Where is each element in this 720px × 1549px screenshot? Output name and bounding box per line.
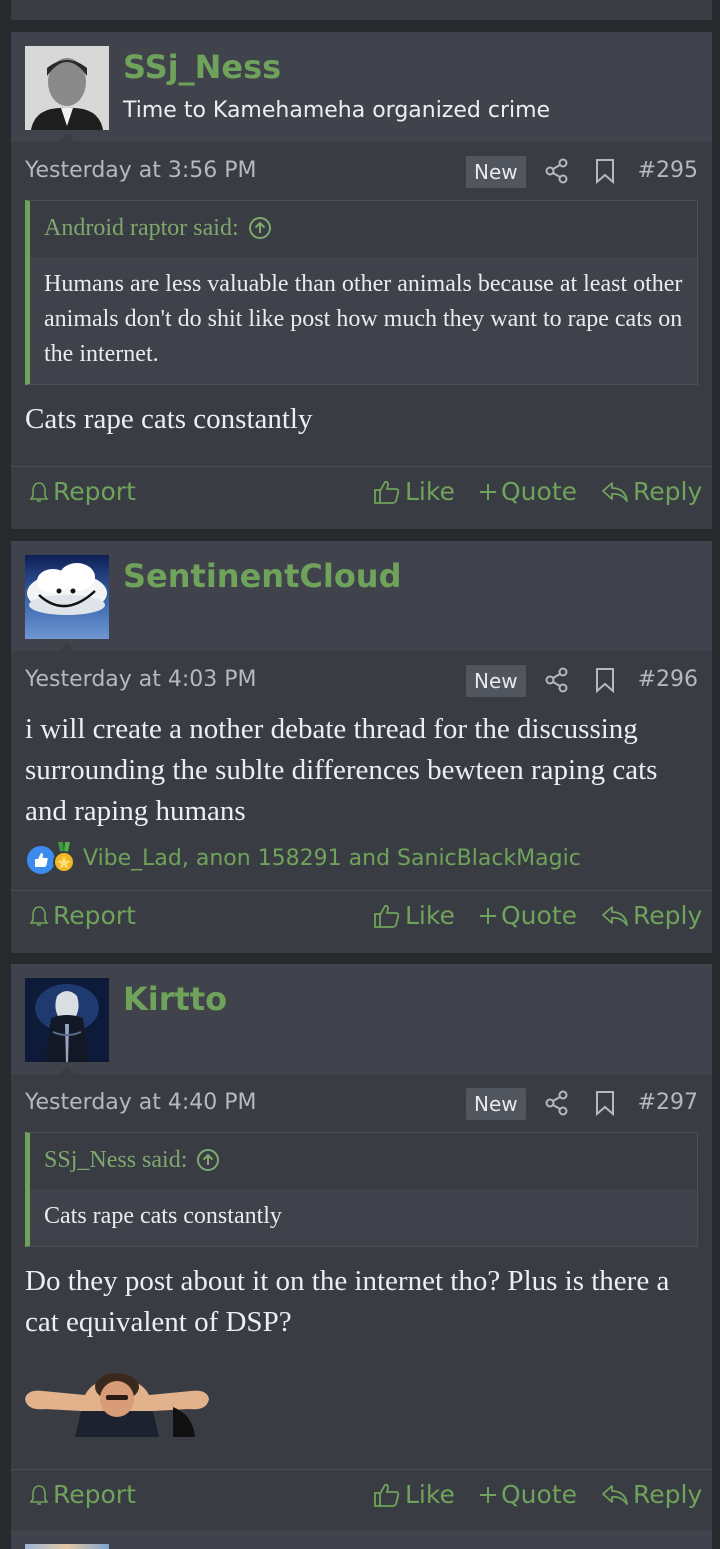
reactions-users[interactable]: Vibe_Lad, anon 158291 and SanicBlackMagi… — [83, 846, 581, 871]
bookmark-icon[interactable] — [595, 1090, 615, 1117]
report-label: Report — [53, 1480, 136, 1509]
thumbs-up-icon — [374, 1483, 400, 1507]
arrow-up-circle-icon[interactable] — [197, 1149, 220, 1171]
post-date[interactable]: Yesterday at 4:40 PM — [25, 1090, 257, 1115]
reply-button[interactable]: Reply — [601, 901, 702, 930]
post-296: SentinentCloud Yesterday at 4:03 PM New … — [11, 541, 712, 953]
reply-label: Reply — [633, 477, 703, 506]
post-295: SSj_Ness Time to Kamehameha organized cr… — [11, 32, 712, 529]
like-button[interactable]: Like — [373, 477, 455, 506]
like-label: Like — [405, 1480, 455, 1509]
report-label: Report — [53, 901, 136, 930]
post-date[interactable]: Yesterday at 4:03 PM — [25, 667, 257, 692]
quote-label: Quote — [501, 477, 578, 506]
bookmark-icon[interactable] — [595, 667, 615, 694]
username[interactable]: Kirtto — [123, 980, 227, 1018]
post-297: Kirtto Yesterday at 4:40 PM New #297 SSj… — [11, 964, 712, 1532]
medal-reaction-icon — [51, 842, 77, 874]
thumbs-up-icon — [374, 480, 400, 504]
username[interactable]: SSj_Ness — [123, 48, 281, 86]
post-user-header: SSj_Ness Time to Kamehameha organized cr… — [11, 32, 712, 142]
post-message: Do they post about it on the internet th… — [25, 1265, 670, 1338]
quote-block: Android raptor said: Humans are less val… — [25, 200, 698, 385]
post-number[interactable]: #295 — [638, 158, 698, 183]
post-number[interactable]: #297 — [638, 1090, 698, 1115]
quote-block: SSj_Ness said: Cats rape cats constantly — [25, 1132, 698, 1247]
post-message: i will create a nother debate thread for… — [25, 713, 658, 827]
post-actions: Report Like Quote Reply — [11, 466, 712, 529]
avatar[interactable] — [25, 978, 109, 1062]
quote-label: Quote — [501, 1480, 578, 1509]
like-label: Like — [405, 901, 455, 930]
bell-icon — [29, 481, 49, 502]
reply-arrow-icon — [602, 905, 628, 926]
username[interactable]: SentinentCloud — [123, 557, 401, 595]
quote-attribution-text: SSj_Ness said: — [44, 1147, 188, 1173]
quote-button[interactable]: Quote — [479, 477, 577, 506]
reaction-image — [25, 1373, 209, 1437]
reply-button[interactable]: Reply — [601, 477, 702, 506]
post-number[interactable]: #296 — [638, 667, 698, 692]
like-button[interactable]: Like — [373, 1480, 455, 1509]
reply-label: Reply — [633, 901, 703, 930]
reply-label: Reply — [633, 1480, 703, 1509]
plus-icon — [480, 907, 496, 924]
avatar[interactable] — [25, 46, 109, 130]
new-badge: New — [466, 156, 526, 188]
quote-label: Quote — [501, 901, 578, 930]
post-actions: Report Like Quote Reply — [11, 1469, 712, 1532]
quote-header[interactable]: Android raptor said: — [30, 201, 697, 257]
reply-button[interactable]: Reply — [601, 1480, 702, 1509]
share-icon[interactable] — [545, 1090, 569, 1116]
user-title: Time to Kamehameha organized crime — [123, 98, 551, 123]
post-actions: Report Like Quote Reply — [11, 890, 712, 953]
report-button[interactable]: Report — [29, 477, 136, 506]
post-user-header: SentinentCloud — [11, 541, 712, 651]
reactions-bar[interactable]: Vibe_Lad, anon 158291 and SanicBlackMagi… — [11, 838, 712, 878]
post-meta: Yesterday at 3:56 PM New #295 — [11, 142, 712, 200]
plus-icon — [480, 483, 496, 500]
report-label: Report — [53, 477, 136, 506]
avatar-pointer — [59, 1066, 75, 1074]
embedded-image[interactable] — [11, 1349, 712, 1449]
reply-arrow-icon — [602, 481, 628, 502]
quote-text: Cats rape cats constantly — [30, 1189, 697, 1246]
quote-attribution[interactable]: Android raptor said: — [44, 215, 271, 242]
arrow-up-circle-icon[interactable] — [248, 217, 271, 239]
like-button[interactable]: Like — [373, 901, 455, 930]
next-post-header — [11, 1530, 712, 1549]
post-date[interactable]: Yesterday at 3:56 PM — [25, 158, 257, 183]
reply-arrow-icon — [602, 1484, 628, 1505]
avatar-pointer — [59, 643, 75, 651]
like-label: Like — [405, 477, 455, 506]
bell-icon — [29, 905, 49, 926]
plus-icon — [480, 1486, 496, 1503]
share-icon[interactable] — [545, 667, 569, 693]
post-meta: Yesterday at 4:03 PM New #296 — [11, 651, 712, 709]
quote-attribution[interactable]: SSj_Ness said: — [44, 1147, 220, 1174]
new-badge: New — [466, 1088, 526, 1120]
quote-attribution-text: Android raptor said: — [44, 215, 239, 241]
post-user-header: Kirtto — [11, 964, 712, 1074]
new-badge: New — [466, 665, 526, 697]
report-button[interactable]: Report — [29, 1480, 136, 1509]
avatar-pointer — [59, 134, 75, 142]
thumbs-up-icon — [374, 904, 400, 928]
bell-icon — [29, 1484, 49, 1505]
post-meta: Yesterday at 4:40 PM New #297 — [11, 1074, 712, 1132]
share-icon[interactable] — [545, 158, 569, 184]
quote-button[interactable]: Quote — [479, 1480, 577, 1509]
post-message: Cats rape cats constantly — [25, 403, 313, 435]
avatar[interactable] — [25, 1544, 109, 1549]
previous-post-tail — [11, 0, 712, 20]
report-button[interactable]: Report — [29, 901, 136, 930]
avatar[interactable] — [25, 555, 109, 639]
bookmark-icon[interactable] — [595, 158, 615, 185]
quote-button[interactable]: Quote — [479, 901, 577, 930]
quote-header[interactable]: SSj_Ness said: — [30, 1133, 697, 1189]
quote-text: Humans are less valuable than other anim… — [30, 257, 697, 384]
